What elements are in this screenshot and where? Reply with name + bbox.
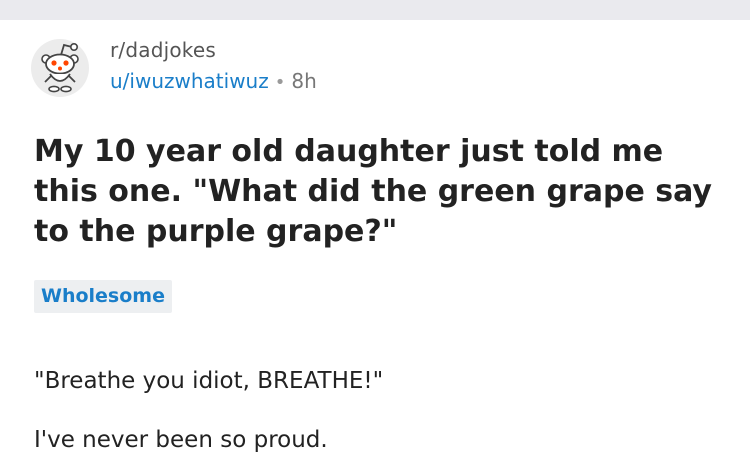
post-card: r/dadjokes u/iwuzwhatiwuz • 8h My 10 year … [0, 20, 750, 468]
subreddit-link[interactable]: r/dadjokes [110, 36, 317, 64]
meta-separator: • [274, 72, 286, 93]
post-age: 8h [291, 69, 317, 93]
post-body-line-1: "Breathe you idiot, BREATHE!" [34, 368, 384, 394]
reddit-snoo-icon [31, 39, 89, 97]
post-body-line-2: I've never been so proud. [34, 427, 328, 453]
subreddit-avatar-icon[interactable] [30, 38, 90, 98]
username-link[interactable]: u/iwuzwhatiwuz [110, 69, 269, 93]
byline: u/iwuzwhatiwuz • 8h [110, 66, 317, 98]
post-meta: r/dadjokes u/iwuzwhatiwuz • 8h [110, 36, 317, 98]
post-title[interactable]: My 10 year old daughter just told me thi… [34, 132, 724, 252]
top-divider-bar [0, 0, 750, 20]
post-flair-badge[interactable]: Wholesome [34, 280, 172, 313]
